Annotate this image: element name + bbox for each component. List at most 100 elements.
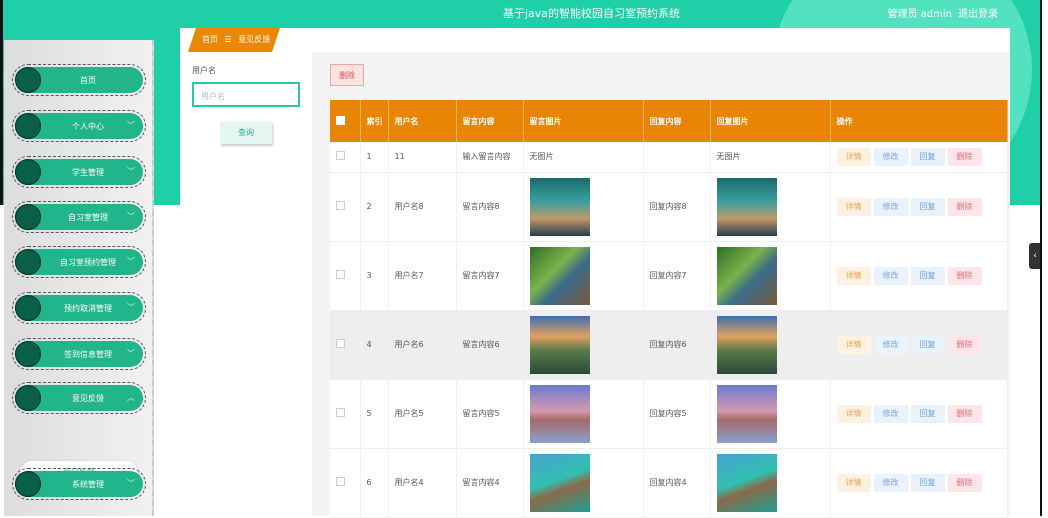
sidebar-item[interactable]: 预约取消管理 ﹀ (12, 292, 146, 324)
delete-button[interactable]: 删除 (947, 404, 982, 423)
edit-button[interactable]: 修改 (873, 473, 908, 492)
menu-dot-icon (15, 341, 41, 367)
reply-button[interactable]: 回复 (910, 147, 945, 166)
row-checkbox[interactable] (336, 151, 345, 161)
batch-delete-button[interactable]: 删除 (330, 64, 364, 86)
thumbnail-image[interactable] (716, 453, 777, 512)
breadcrumb-bar: 首页 ☰ 意见反馈 (180, 28, 1010, 52)
detail-button[interactable]: 详情 (836, 197, 871, 216)
menu-dot-icon (15, 471, 41, 497)
edit-button[interactable]: 修改 (873, 147, 908, 166)
cell-content: 留言内容8 (456, 172, 524, 242)
cell-index: 4 (360, 310, 389, 380)
reply-button[interactable]: 回复 (910, 335, 945, 354)
chevron-icon: ﹀ (127, 167, 135, 176)
thumbnail-image[interactable] (529, 384, 590, 443)
no-image-text: 无图片 (716, 152, 741, 162)
edit-button[interactable]: 修改 (873, 335, 908, 354)
chevron-icon: ﹀ (127, 212, 135, 221)
thumbnail-image[interactable] (529, 315, 590, 374)
table-row: 4 用户名6 留言内容6 回复内容6 详情 修改 回复 删除 (330, 310, 1008, 380)
sidebar-item[interactable]: 自习室管理 ﹀ (12, 201, 146, 233)
thumbnail-image[interactable] (716, 246, 777, 305)
table-row: 5 用户名5 留言内容5 回复内容5 详情 修改 回复 删除 (330, 379, 1008, 449)
table-row: 1 11 输入留言内容 无图片 无图片 详情 修改 回复 删除 (330, 142, 1008, 173)
thumbnail-image[interactable] (529, 246, 590, 305)
delete-button[interactable]: 删除 (947, 266, 982, 285)
row-checkbox[interactable] (336, 270, 345, 279)
row-checkbox[interactable] (336, 477, 345, 486)
delete-button[interactable]: 删除 (947, 335, 982, 354)
sidebar-item[interactable]: 个人中心 ﹀ (12, 110, 146, 142)
sidebar-item[interactable]: 自习室预约管理 ﹀ (12, 246, 146, 278)
sidebar-item[interactable]: 学生管理 ﹀ (12, 156, 146, 188)
edit-button[interactable]: 修改 (873, 404, 908, 423)
thumbnail-image[interactable] (529, 177, 590, 236)
cell-reply: 回复内容5 (643, 379, 711, 449)
thumbnail-image[interactable] (716, 384, 777, 443)
sidebar-item-label: 个人中心 (72, 121, 104, 131)
cell-username: 用户名5 (388, 379, 457, 449)
select-all-checkbox[interactable] (336, 115, 345, 125)
detail-button[interactable]: 详情 (836, 266, 871, 285)
chevron-icon: ﹀ (127, 479, 135, 488)
delete-button[interactable]: 删除 (947, 147, 982, 166)
edit-button[interactable]: 修改 (873, 266, 908, 285)
sidebar-item[interactable]: 首页 (12, 64, 146, 96)
cell-index: 2 (360, 172, 389, 242)
sidebar-item-label: 预约取消管理 (64, 303, 112, 313)
cell-index: 1 (360, 142, 389, 173)
menu-dot-icon (15, 204, 41, 230)
cell-username: 用户名6 (388, 310, 457, 380)
row-checkbox[interactable] (336, 408, 345, 417)
feedback-table: 索引 用户名 留言内容 留言图片 回复内容 回复图片 操作 1 11 输入留言内… (330, 100, 1008, 518)
cell-username: 用户名8 (388, 172, 457, 242)
reply-button[interactable]: 回复 (910, 404, 945, 423)
delete-button[interactable]: 删除 (947, 197, 982, 216)
chevron-icon: ﹀ (127, 349, 135, 358)
sidebar-item-label: 签到信息管理 (64, 349, 112, 359)
delete-button[interactable]: 删除 (947, 473, 982, 492)
row-checkbox[interactable] (336, 339, 345, 348)
col-username: 用户名 (388, 100, 457, 142)
sidebar-item[interactable]: 签到信息管理 ﹀ (12, 338, 146, 370)
col-reply-image: 回复图片 (710, 100, 831, 142)
sidebar-item-label: 意见反馈 (72, 393, 104, 403)
sidebar-item-label: 自习室预约管理 (60, 257, 116, 267)
detail-button[interactable]: 详情 (836, 473, 871, 492)
query-button[interactable]: 查询 (220, 122, 272, 144)
cell-content: 留言内容7 (456, 241, 524, 311)
edit-button[interactable]: 修改 (873, 197, 908, 216)
cell-content: 留言内容6 (456, 310, 524, 380)
window-border (1040, 0, 1042, 516)
sidebar-item[interactable]: 意见反馈 ︿ (12, 382, 146, 414)
thumbnail-image[interactable] (716, 177, 777, 236)
sidebar-item-label: 系统管理 (72, 479, 104, 489)
cell-username: 用户名4 (388, 448, 457, 518)
col-actions: 操作 (830, 100, 1008, 142)
cell-username: 11 (388, 142, 457, 173)
reply-button[interactable]: 回复 (910, 266, 945, 285)
logout-link[interactable]: 退出登录 (958, 9, 998, 20)
menu-dot-icon (15, 295, 41, 321)
breadcrumb-home[interactable]: 首页 (202, 35, 218, 44)
cell-reply (643, 142, 711, 173)
row-checkbox[interactable] (336, 201, 345, 210)
cell-reply: 回复内容7 (643, 241, 711, 311)
no-image-text: 无图片 (529, 152, 554, 162)
thumbnail-image[interactable] (716, 315, 777, 374)
thumbnail-image[interactable] (529, 453, 590, 512)
table-row: 2 用户名8 留言内容8 回复内容8 详情 修改 回复 删除 (330, 172, 1008, 242)
cell-index: 3 (360, 241, 389, 311)
detail-button[interactable]: 详情 (836, 404, 871, 423)
reply-button[interactable]: 回复 (910, 197, 945, 216)
main-panel: 首页 ☰ 意见反馈 用户名 用户名 查询 删除 索引 用户名 留言内容 留言图片… (180, 28, 1010, 518)
reply-button[interactable]: 回复 (910, 473, 945, 492)
sidebar-item[interactable]: 系统管理 ﹀ (12, 468, 146, 500)
sidebar: 意见反馈 首页个人中心﹀学生管理﹀自习室管理﹀自习室预约管理﹀预约取消管理﹀签到… (4, 40, 154, 516)
cell-content: 输入留言内容 (456, 142, 524, 173)
detail-button[interactable]: 详情 (836, 147, 871, 166)
detail-button[interactable]: 详情 (836, 335, 871, 354)
breadcrumb-separator-icon: ☰ (224, 35, 232, 44)
username-search-input[interactable]: 用户名 (192, 82, 300, 107)
